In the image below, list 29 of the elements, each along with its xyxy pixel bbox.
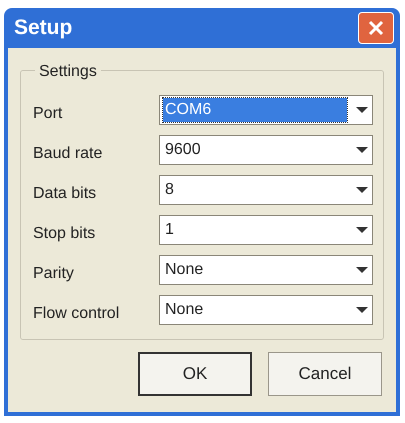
dropdown-value: None — [164, 260, 204, 280]
field-label: Stop bits — [33, 224, 96, 244]
dropdown-arrow-icon — [355, 306, 369, 314]
dropdown-arrow-icon — [355, 106, 369, 114]
dropdown-field[interactable]: 9600 — [159, 135, 373, 165]
dropdown-field[interactable]: 1 — [159, 215, 373, 245]
dropdown-field[interactable]: COM6 — [159, 95, 373, 125]
dropdown-value: None — [164, 300, 204, 320]
close-icon — [367, 19, 385, 37]
dropdown-arrow-icon — [355, 266, 369, 274]
dropdown-arrow-icon — [355, 226, 369, 234]
window-title: Setup — [14, 15, 72, 42]
field-label: Data bits — [33, 184, 98, 204]
dropdown-arrow-icon — [355, 146, 369, 154]
field-label: Port — [33, 104, 64, 124]
dropdown-field[interactable]: None — [159, 295, 373, 325]
dropdown-field[interactable]: 8 — [159, 175, 373, 205]
dialog-button[interactable]: Cancel — [268, 352, 382, 396]
field-label: Parity — [33, 264, 75, 284]
dialog-button[interactable]: OK — [138, 352, 252, 396]
field-label: Baud rate — [33, 144, 104, 164]
close-button[interactable] — [358, 12, 394, 44]
dropdown-value: 9600 — [164, 140, 202, 160]
dropdown-field[interactable]: None — [159, 255, 373, 285]
field-label: Flow control — [33, 304, 120, 324]
dropdown-value: COM6 — [163, 98, 347, 122]
dropdown-value: 1 — [164, 220, 175, 240]
dropdown-arrow-icon — [355, 186, 369, 194]
dropdown-value: 8 — [164, 180, 175, 200]
